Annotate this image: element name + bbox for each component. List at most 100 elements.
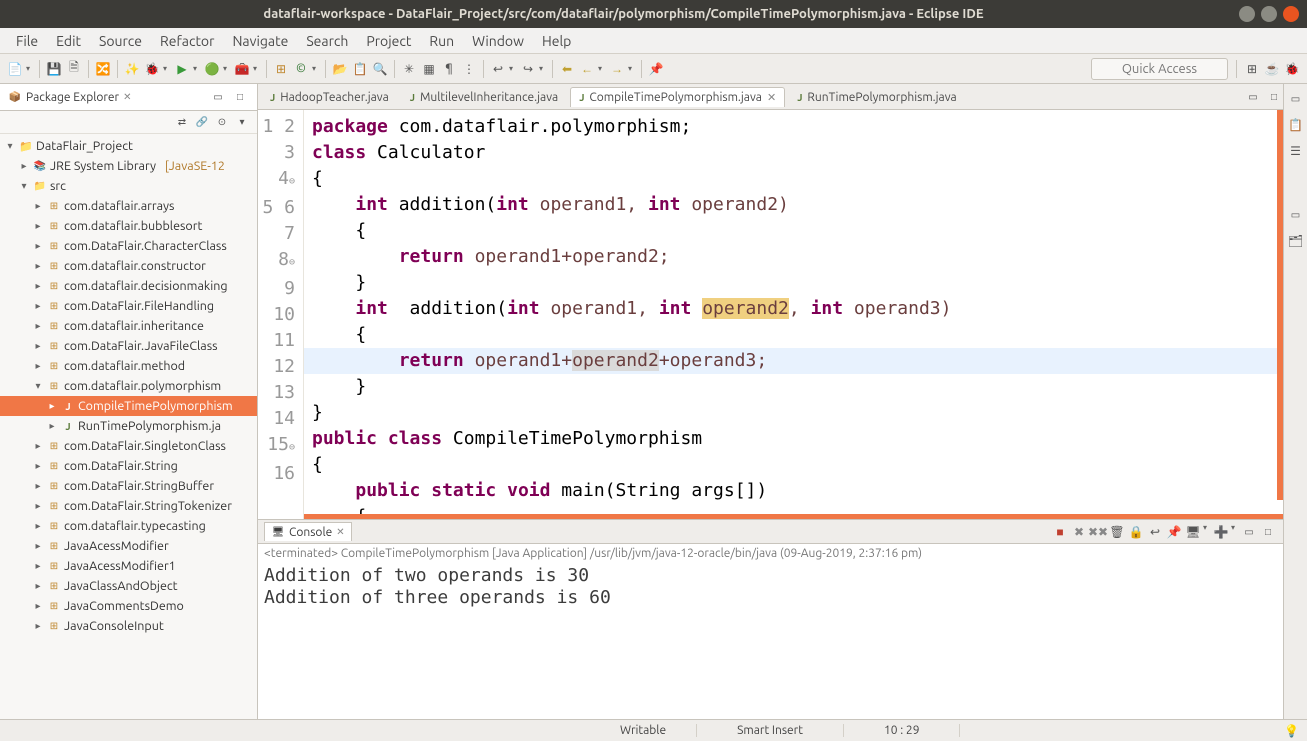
maximize-view-icon[interactable]: □ [231, 88, 249, 106]
back-icon[interactable]: ← [578, 60, 596, 78]
toggle-block-icon[interactable]: ▦ [420, 60, 438, 78]
open-console-icon[interactable]: ➕ [1212, 523, 1230, 541]
maximize-editor-icon[interactable]: □ [1265, 88, 1283, 106]
run-icon[interactable]: ▶ [173, 60, 191, 78]
project-tree[interactable]: ▾DataFlair_Project ▸📚JRE System Library … [0, 134, 257, 719]
dropdown-icon[interactable]: ▾ [598, 64, 606, 73]
focus-icon[interactable]: ⊙ [213, 113, 231, 131]
save-all-icon[interactable]: 🗎 [65, 60, 83, 78]
menu-edit[interactable]: Edit [48, 30, 89, 52]
tree-package[interactable]: ▸JavaAcessModifier [0, 536, 257, 556]
console-output[interactable]: Addition of two operands is 30 Addition … [258, 563, 1283, 719]
menu-file[interactable]: File [8, 30, 46, 52]
tree-package[interactable]: ▸com.DataFlair.SingletonClass [0, 436, 257, 456]
minimize-editor-icon[interactable]: ▭ [1244, 88, 1262, 106]
tree-package[interactable]: ▸com.DataFlair.JavaFileClass [0, 336, 257, 356]
clear-console-icon[interactable]: 🗑 [1108, 523, 1126, 541]
tree-package[interactable]: ▸com.DataFlair.String [0, 456, 257, 476]
minimize-view-icon[interactable]: ▭ [1240, 523, 1258, 541]
word-wrap-icon[interactable]: ↩ [1146, 523, 1164, 541]
tree-package-open[interactable]: ▾com.dataflair.polymorphism [0, 376, 257, 396]
maximize-view-icon[interactable]: □ [1259, 523, 1277, 541]
forward-icon[interactable]: → [608, 60, 626, 78]
search-icon[interactable]: 🔍 [371, 60, 389, 78]
tree-project[interactable]: ▾DataFlair_Project [0, 136, 257, 156]
new-package-icon[interactable]: ⊞ [272, 60, 290, 78]
toggle-mark-icon[interactable]: ✳ [400, 60, 418, 78]
tree-package[interactable]: ▸JavaConsoleInput [0, 616, 257, 636]
quick-access-input[interactable]: Quick Access [1091, 58, 1228, 80]
tree-package[interactable]: ▸com.dataflair.arrays [0, 196, 257, 216]
menu-help[interactable]: Help [534, 30, 579, 52]
tree-package[interactable]: ▸com.dataflair.decisionmaking [0, 276, 257, 296]
open-perspective-icon[interactable]: ⊞ [1243, 60, 1261, 78]
dropdown-icon[interactable]: ▾ [312, 64, 320, 73]
minimize-button[interactable] [1239, 6, 1255, 22]
annotation-prev-icon[interactable]: ↩ [489, 60, 507, 78]
tree-package[interactable]: ▸JavaClassAndObject [0, 576, 257, 596]
restore-view-icon[interactable]: ▭ [1287, 206, 1305, 224]
dropdown-icon[interactable]: ▾ [628, 64, 636, 73]
close-button[interactable] [1283, 6, 1299, 22]
display-console-icon[interactable]: 🖥 [1184, 523, 1202, 541]
view-menu-icon[interactable]: ▾ [233, 113, 251, 131]
dropdown-icon[interactable]: ▾ [539, 64, 547, 73]
open-type-icon[interactable]: 📂 [331, 60, 349, 78]
tree-package[interactable]: ▸com.dataflair.typecasting [0, 516, 257, 536]
code-area[interactable]: package com.dataflair.polymorphism; clas… [304, 110, 1283, 519]
tree-package[interactable]: ▸com.DataFlair.StringBuffer [0, 476, 257, 496]
tree-package[interactable]: ▸com.dataflair.bubblesort [0, 216, 257, 236]
tree-src[interactable]: ▾📁src [0, 176, 257, 196]
annotation-next-icon[interactable]: ↪ [519, 60, 537, 78]
dropdown-icon[interactable]: ▾ [1231, 523, 1239, 541]
new-class-icon[interactable]: © [292, 60, 310, 78]
dropdown-icon[interactable]: ▾ [509, 64, 517, 73]
tip-icon[interactable]: 💡 [1284, 724, 1307, 738]
restore-view-icon[interactable]: ▭ [1287, 90, 1305, 108]
debug-perspective-icon[interactable]: 🐞 [1283, 60, 1301, 78]
link-editor-icon[interactable]: 🔗 [193, 113, 211, 131]
terminate-icon[interactable]: ■ [1051, 523, 1069, 541]
code-editor[interactable]: 1 2 3 4⊖ 5 6 7 8⊖ 9 10 11 12 13 14 15⊖ 1… [258, 110, 1283, 519]
pin-console-icon[interactable]: 📌 [1165, 523, 1183, 541]
editor-tab[interactable]: MultilevelInheritance.java [401, 87, 567, 107]
tree-jre[interactable]: ▸📚JRE System Library [JavaSE-12 [0, 156, 257, 176]
show-ws-icon[interactable]: ⋮ [460, 60, 478, 78]
tree-package[interactable]: ▸com.DataFlair.FileHandling [0, 296, 257, 316]
console-tab[interactable]: 🖥 Console ✕ [264, 522, 352, 541]
close-tab-icon[interactable]: ✕ [767, 91, 776, 104]
debug-icon[interactable]: 🐞 [143, 60, 161, 78]
outline-view-icon[interactable]: 🗂 [1287, 232, 1305, 250]
last-edit-icon[interactable]: ⬅ [558, 60, 576, 78]
coverage-icon[interactable]: 🟢 [203, 60, 221, 78]
dropdown-icon[interactable]: ▾ [1203, 523, 1211, 541]
ext-tools-icon[interactable]: 🧰 [233, 60, 251, 78]
tree-package[interactable]: ▸com.DataFlair.StringTokenizer [0, 496, 257, 516]
tree-package[interactable]: ▸JavaCommentsDemo [0, 596, 257, 616]
menu-refactor[interactable]: Refactor [152, 30, 222, 52]
dropdown-icon[interactable]: ▾ [193, 64, 201, 73]
menu-search[interactable]: Search [298, 30, 356, 52]
editor-tab[interactable]: HadoopTeacher.java [261, 87, 398, 107]
menu-source[interactable]: Source [91, 30, 150, 52]
open-task-icon[interactable]: 📋 [351, 60, 369, 78]
close-icon[interactable]: ✕ [336, 526, 344, 538]
java-perspective-icon[interactable]: ☕ [1263, 60, 1281, 78]
dropdown-icon[interactable]: ▾ [26, 64, 34, 73]
editor-tab-active[interactable]: CompileTimePolymorphism.java✕ [570, 87, 785, 107]
dropdown-icon[interactable]: ▾ [253, 64, 261, 73]
dropdown-icon[interactable]: ▾ [223, 64, 231, 73]
menu-window[interactable]: Window [464, 30, 532, 52]
scroll-lock-icon[interactable]: 🔒 [1127, 523, 1145, 541]
new-icon[interactable]: 📄 [6, 60, 24, 78]
menu-run[interactable]: Run [421, 30, 462, 52]
tree-file-selected[interactable]: ▸CompileTimePolymorphism [0, 396, 257, 416]
switch-icon[interactable]: 🔀 [94, 60, 112, 78]
wand-icon[interactable]: ✨ [123, 60, 141, 78]
remove-launch-icon[interactable]: ✖ [1070, 523, 1088, 541]
menu-project[interactable]: Project [358, 30, 419, 52]
tree-package[interactable]: ▸com.dataflair.constructor [0, 256, 257, 276]
maximize-button[interactable] [1261, 6, 1277, 22]
tree-package[interactable]: ▸JavaAcessModifier1 [0, 556, 257, 576]
task-list-icon[interactable]: 📋 [1287, 116, 1305, 134]
